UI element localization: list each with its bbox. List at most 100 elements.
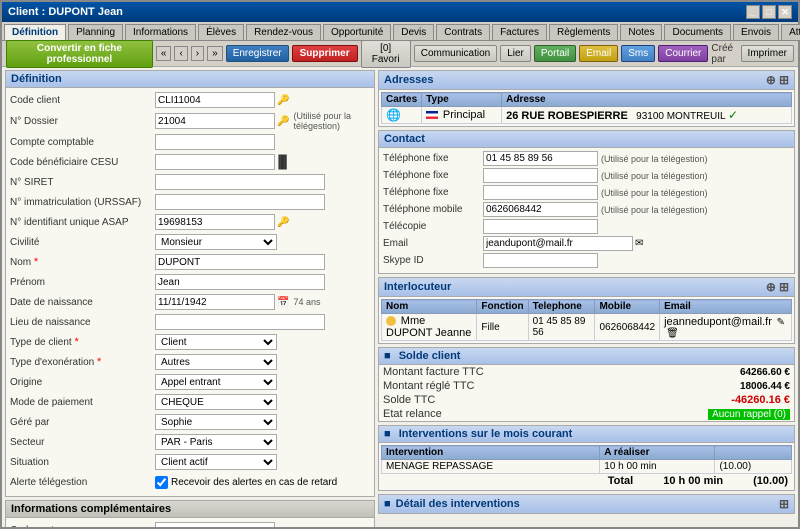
interlocuteur-header: Interlocuteur ⊕ ⊞ — [379, 278, 794, 297]
close-button[interactable]: ✕ — [778, 5, 792, 19]
origine-select[interactable]: Appel entrant — [155, 374, 277, 390]
interventions-total-row: Total 10 h 00 min (10.00) — [381, 474, 792, 488]
alerte-row: Alerte télégestion Recevoir des alertes … — [10, 473, 370, 491]
compte-comptable-input[interactable] — [155, 134, 275, 150]
adresses-add-icon[interactable]: ⊕ — [766, 73, 776, 87]
n-identifiant-input[interactable] — [155, 214, 275, 230]
type-client-select[interactable]: Client — [155, 334, 277, 350]
n-siret-input[interactable] — [155, 174, 325, 190]
contact-header: Contact — [379, 131, 794, 148]
nav-prev-button[interactable]: ‹ — [174, 46, 187, 61]
maximize-button[interactable]: □ — [762, 5, 776, 19]
n-immatriculation-input[interactable] — [155, 194, 325, 210]
adresses-type-text: Principal — [443, 109, 485, 121]
nav-next-button[interactable]: › — [191, 46, 204, 61]
supprimer-button[interactable]: Supprimer — [292, 45, 358, 62]
key-icon-2[interactable]: 🔑 — [277, 116, 289, 127]
calendar-icon[interactable]: 📅 — [277, 297, 289, 308]
tab-rendez-vous[interactable]: Rendez-vous — [246, 24, 321, 40]
interlocuteur-cell-fonction: Fille — [477, 314, 528, 341]
montant-regle-value: 18006.44 € — [740, 381, 790, 392]
intervention-col-empty — [715, 446, 792, 460]
n-identifiant-label: N° identifiant unique ASAP — [10, 217, 155, 228]
tab-contrats[interactable]: Contrats — [436, 24, 490, 40]
prenom-input[interactable] — [155, 274, 325, 290]
courrier-button[interactable]: Courrier — [658, 45, 708, 62]
tab-eleves[interactable]: Élèves — [198, 24, 244, 40]
adresses-col-type: Type — [422, 93, 502, 107]
type-exoneration-select[interactable]: Autres — [155, 354, 277, 370]
nom-input[interactable] — [155, 254, 325, 270]
alerte-checkbox[interactable] — [155, 476, 168, 489]
lieu-naissance-input[interactable] — [155, 314, 325, 330]
code-porte-row: Code porte — [10, 521, 370, 527]
adresses-expand-icon[interactable]: ⊞ — [779, 73, 789, 87]
person-icon — [386, 316, 396, 326]
lier-button[interactable]: Lier — [500, 45, 531, 62]
contact-tel1-label: Téléphone fixe — [383, 153, 483, 164]
imprimer-button[interactable]: Imprimer — [741, 45, 794, 62]
tab-opportunite[interactable]: Opportunité — [323, 24, 391, 40]
secteur-row: Secteur PAR - Paris — [10, 433, 370, 451]
sms-button[interactable]: Sms — [621, 45, 655, 62]
detail-icon: ■ — [384, 498, 391, 510]
date-naissance-input[interactable] — [155, 294, 275, 310]
civilite-select[interactable]: Monsieur — [155, 234, 277, 250]
tab-reglements[interactable]: Règlements — [549, 24, 618, 40]
interventions-icon: ■ — [384, 428, 391, 440]
email-icon[interactable]: ✉ — [635, 238, 643, 249]
convert-button[interactable]: Convertir en fiche professionnel — [6, 40, 153, 68]
key-icon-3[interactable]: 🔑 — [277, 217, 289, 228]
contact-tel3-input[interactable] — [483, 185, 598, 200]
nav-first-button[interactable]: « — [156, 46, 172, 61]
compte-comptable-label: Compte comptable — [10, 137, 155, 148]
n-dossier-input[interactable] — [155, 113, 275, 129]
tab-factures[interactable]: Factures — [492, 24, 547, 40]
tab-definition[interactable]: Définition — [4, 24, 66, 40]
contact-email-input[interactable] — [483, 236, 633, 251]
compte-comptable-row: Compte comptable — [10, 133, 370, 151]
code-beneficiaire-input[interactable] — [155, 154, 275, 170]
contact-fax-input[interactable] — [483, 219, 598, 234]
favori-button[interactable]: [0] Favori — [361, 40, 411, 68]
interlocuteur-add-icon[interactable]: ⊕ — [766, 280, 776, 294]
tab-envois[interactable]: Envois — [733, 24, 779, 40]
info-complementaires-header: Informations complémentaires — [6, 501, 374, 518]
interlocuteur-edit-icon[interactable]: ✎ — [777, 317, 785, 328]
tab-planning[interactable]: Planning — [68, 24, 123, 40]
tab-notes[interactable]: Notes — [620, 24, 662, 40]
portail-button[interactable]: Portail — [534, 45, 576, 62]
tab-bar: Définition Planning Informations Élèves … — [2, 22, 798, 41]
communication-button[interactable]: Communication — [414, 45, 497, 62]
tab-informations[interactable]: Informations — [125, 24, 196, 40]
gere-par-select[interactable]: Sophie — [155, 414, 277, 430]
enregistrer-button[interactable]: Enregistrer — [226, 45, 289, 62]
tab-attestations[interactable]: Attestations fiscales — [781, 24, 800, 40]
minimize-button[interactable]: _ — [746, 5, 760, 19]
detail-expand-icon[interactable]: ⊞ — [779, 497, 789, 511]
etat-relance-label: Etat relance — [383, 408, 442, 420]
contact-tel1-input[interactable] — [483, 151, 598, 166]
email-button[interactable]: Email — [579, 45, 618, 62]
contact-skype-input[interactable] — [483, 253, 598, 268]
contact-tel2-input[interactable] — [483, 168, 598, 183]
secteur-select[interactable]: PAR - Paris — [155, 434, 277, 450]
type-exoneration-row: Type d'exonération * Autres — [10, 353, 370, 371]
contact-body: Téléphone fixe (Utilisé pour la télégest… — [379, 148, 794, 273]
situation-select[interactable]: Client actif — [155, 454, 277, 470]
key-icon[interactable]: 🔑 — [277, 95, 289, 106]
interlocuteur-del-icon[interactable]: 🗑 — [666, 328, 679, 339]
nav-last-button[interactable]: » — [207, 46, 223, 61]
code-porte-input[interactable] — [155, 522, 275, 527]
tab-documents[interactable]: Documents — [664, 24, 731, 40]
code-client-input[interactable] — [155, 92, 275, 108]
adresses-cell-type: Principal — [422, 107, 502, 124]
contact-mobile-input[interactable] — [483, 202, 598, 217]
interlocuteur-col-mobile: Mobile — [595, 300, 660, 314]
contact-tel1-row: Téléphone fixe (Utilisé pour la télégest… — [383, 151, 790, 166]
tab-devis[interactable]: Devis — [393, 24, 434, 40]
situation-label: Situation — [10, 457, 155, 468]
interlocuteur-expand-icon[interactable]: ⊞ — [779, 280, 789, 294]
mode-paiement-select[interactable]: CHEQUE — [155, 394, 277, 410]
contact-tel1-note: (Utilisé pour la télégestion) — [601, 154, 708, 164]
